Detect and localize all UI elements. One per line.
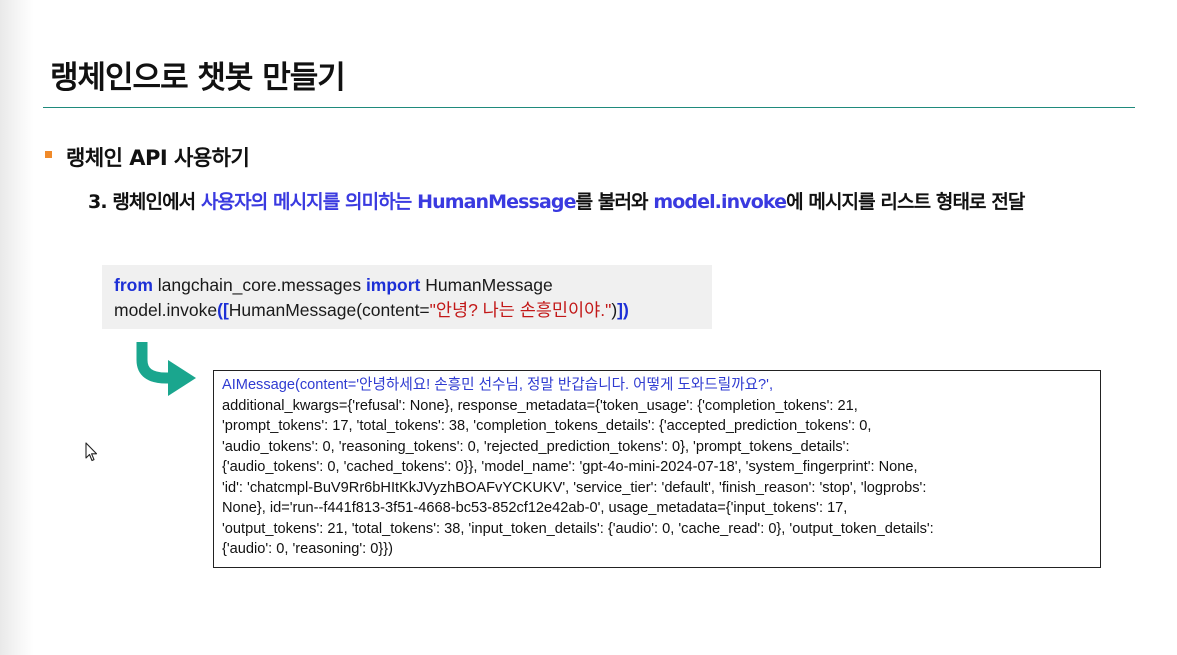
output-result-box: AIMessage(content='안녕하세요! 손흥민 선수님, 정말 반갑… [213, 370, 1101, 568]
output-line: {'audio': 0, 'reasoning': 0}}) [222, 541, 393, 557]
code-string-arg: "안녕? 나는 손흥민이야." [429, 300, 612, 320]
step-highlight-humanmessage: 사용자의 메시지를 의미하는 HumanMessage [200, 191, 577, 213]
output-line: {'audio_tokens': 0, 'cached_tokens': 0}}… [222, 459, 918, 475]
bullet-square-icon [45, 151, 52, 158]
code-open-brackets: ([ [217, 300, 229, 320]
code-block: from langchain_core.messages import Huma… [102, 265, 712, 329]
curved-arrow-icon [136, 342, 196, 396]
step-description: 3. 랭체인에서 사용자의 메시지를 의미하는 HumanMessage를 불러… [88, 187, 1025, 214]
output-line: AIMessage(content='안녕하세요! 손흥민 선수님, 정말 반갑… [222, 377, 774, 393]
output-line: 'audio_tokens': 0, 'reasoning_tokens': 0… [222, 438, 850, 455]
step-prefix: 3. 랭체인에서 [88, 191, 201, 213]
code-call: model.invoke [114, 300, 218, 320]
code-line-2: model.invoke([HumanMessage(content="안녕? … [114, 298, 712, 323]
step-middle: 를 불러와 [575, 191, 654, 213]
code-line-1: from langchain_core.messages import Huma… [114, 273, 712, 298]
step-highlight-invoke: model.invoke [653, 191, 787, 213]
code-constructor: HumanMessage(content= [228, 300, 430, 320]
output-line: 'output_tokens': 21, 'total_tokens': 38,… [222, 520, 934, 537]
output-line: None}, id='run--f441f813-3f51-4668-bc53-… [222, 500, 848, 516]
section-subtitle: 랭체인 API 사용하기 [66, 146, 250, 170]
slide-title: 랭체인으로 챗봇 만들기 [50, 60, 346, 96]
code-module: langchain_core.messages [152, 275, 366, 295]
code-close-brackets: ]) [617, 300, 629, 320]
slide-edge-shadow [0, 0, 34, 655]
mouse-cursor-icon [85, 442, 98, 462]
step-suffix: 에 메시지를 리스트 형태로 전달 [786, 191, 1025, 213]
title-divider [43, 107, 1135, 108]
output-line: additional_kwargs={'refusal': None}, res… [222, 397, 858, 414]
code-import-name: HumanMessage [420, 275, 553, 295]
output-line: 'id': 'chatcmpl-BuV9Rr6bHItKkJVyzhBOAFvY… [222, 479, 927, 496]
keyword-from: from [114, 275, 153, 295]
keyword-import: import [365, 275, 421, 295]
output-line: 'prompt_tokens': 17, 'total_tokens': 38,… [222, 418, 872, 434]
